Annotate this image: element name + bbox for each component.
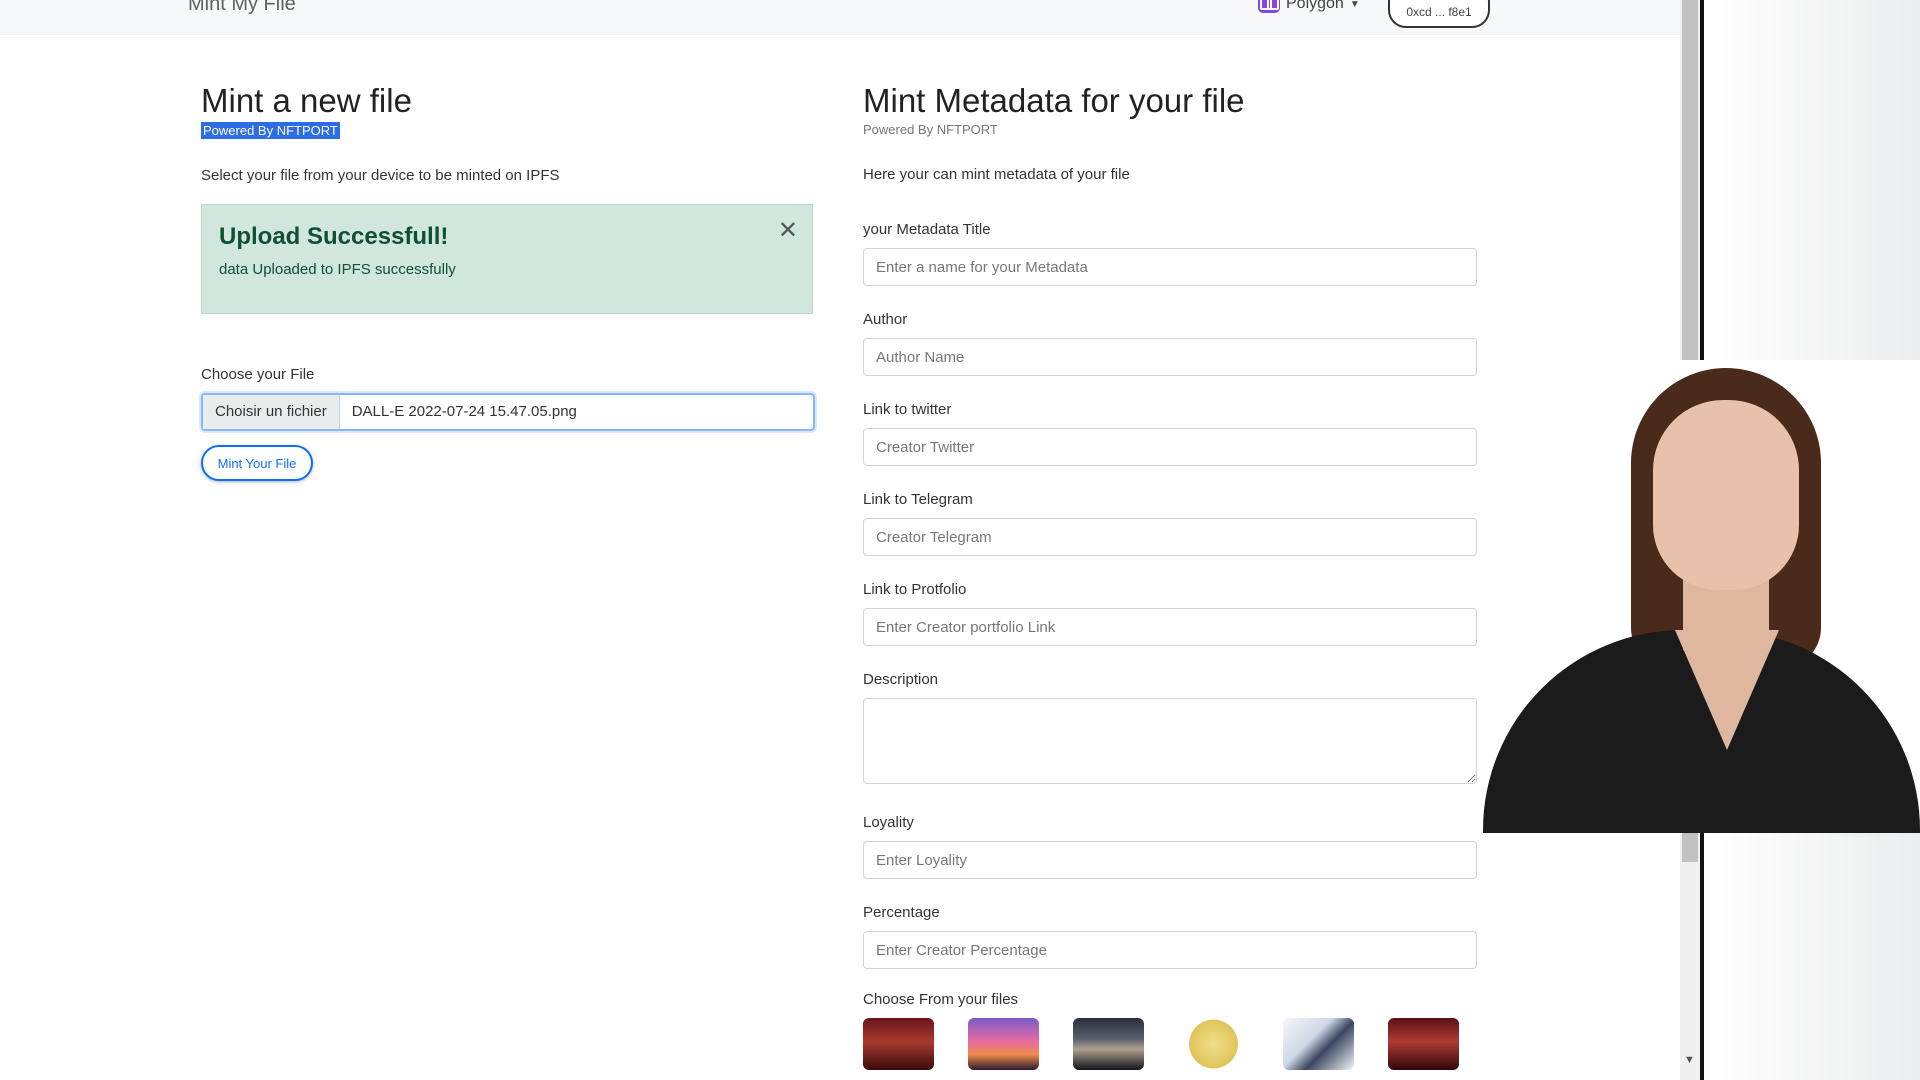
- presenter-neckline: [1675, 630, 1779, 750]
- percentage-field: Percentage: [863, 904, 1477, 969]
- alert-title: Upload Successfull!: [219, 223, 449, 250]
- metadata-title-input[interactable]: [863, 248, 1477, 286]
- description-label: Description: [863, 671, 939, 688]
- presenter-video: [1483, 360, 1920, 833]
- files-label: Choose From your files: [863, 991, 1019, 1008]
- page: Mint My File Polygon ▼ 0xcd ... f8e1 Min…: [0, 0, 1680, 1080]
- chevron-down-icon: ▼: [1349, 0, 1360, 10]
- loyality-input[interactable]: [863, 841, 1477, 879]
- percentage-input[interactable]: [863, 931, 1477, 969]
- file-input[interactable]: Choisir un fichier DALL-E 2022-07-24 15.…: [201, 393, 815, 431]
- brand[interactable]: Mint My File: [188, 0, 296, 16]
- scroll-down-icon[interactable]: ▼: [1684, 1054, 1695, 1066]
- alert-body: data Uploaded to IPFS successfully: [219, 261, 456, 278]
- mint-file-section: Mint a new file Powered By NFTPORT Selec…: [201, 82, 815, 481]
- author-field: Author: [863, 311, 1477, 376]
- file-label: Choose your File: [201, 366, 315, 383]
- network-label: Polygon: [1286, 0, 1344, 12]
- portfolio-input[interactable]: [863, 608, 1477, 646]
- presenter-face: [1653, 400, 1799, 590]
- metadata-powered-by: Powered By NFTPORT: [863, 122, 998, 137]
- file-thumbnails: [863, 1018, 1477, 1070]
- mint-file-title: Mint a new file: [201, 82, 412, 119]
- metadata-title: Mint Metadata for your file: [863, 82, 1245, 119]
- telegram-field: Link to Telegram: [863, 491, 1477, 556]
- loyality-label: Loyality: [863, 814, 914, 831]
- file-thumbnail[interactable]: [1388, 1018, 1459, 1070]
- file-name: DALL-E 2022-07-24 15.47.05.png: [351, 403, 577, 420]
- description-field: Description: [863, 671, 1477, 789]
- portfolio-field: Link to Protfolio: [863, 581, 1477, 646]
- telegram-label: Link to Telegram: [863, 491, 973, 508]
- network-dropdown[interactable]: Polygon ▼: [1258, 0, 1360, 13]
- description-textarea[interactable]: [863, 698, 1477, 784]
- author-label: Author: [863, 311, 908, 328]
- mint-metadata-section: Mint Metadata for your file Powered By N…: [863, 82, 1477, 1070]
- close-icon[interactable]: ✕: [778, 219, 798, 243]
- loyality-field: Loyality: [863, 814, 1477, 879]
- upload-success-alert: Upload Successfull! data Uploaded to IPF…: [201, 204, 813, 314]
- polygon-logo-icon: [1258, 0, 1280, 13]
- author-input[interactable]: [863, 338, 1477, 376]
- navbar: Mint My File Polygon ▼ 0xcd ... f8e1: [0, 0, 1680, 35]
- wallet-button[interactable]: 0xcd ... f8e1: [1388, 0, 1490, 28]
- file-thumbnail[interactable]: [1283, 1018, 1354, 1070]
- file-thumbnail[interactable]: [863, 1018, 934, 1070]
- choose-file-button[interactable]: Choisir un fichier: [203, 395, 340, 429]
- percentage-label: Percentage: [863, 904, 940, 921]
- powered-by: Powered By NFTPORT: [201, 122, 340, 139]
- twitter-label: Link to twitter: [863, 401, 952, 418]
- metadata-title-field: your Metadata Title: [863, 221, 1477, 286]
- twitter-field: Link to twitter: [863, 401, 1477, 466]
- metadata-title-label: your Metadata Title: [863, 221, 991, 238]
- file-thumbnail[interactable]: [1178, 1018, 1249, 1070]
- mint-file-button[interactable]: Mint Your File: [201, 445, 313, 481]
- file-thumbnail[interactable]: [968, 1018, 1039, 1070]
- twitter-input[interactable]: [863, 428, 1477, 466]
- mint-file-intro: Select your file from your device to be …: [201, 167, 560, 184]
- portfolio-label: Link to Protfolio: [863, 581, 967, 598]
- telegram-input[interactable]: [863, 518, 1477, 556]
- file-thumbnail[interactable]: [1073, 1018, 1144, 1070]
- metadata-intro: Here your can mint metadata of your file: [863, 166, 1130, 183]
